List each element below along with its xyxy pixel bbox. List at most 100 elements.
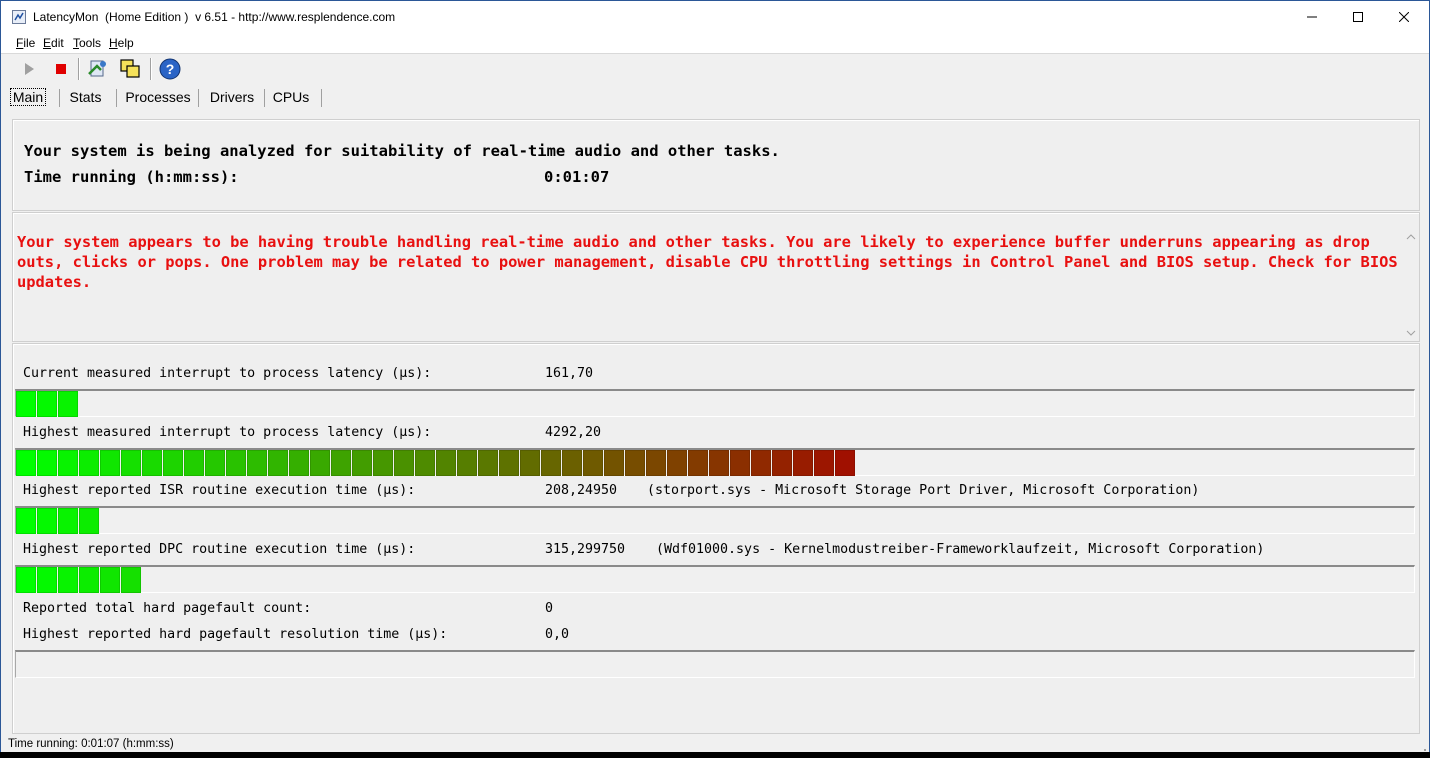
close-icon xyxy=(1399,12,1409,22)
close-button[interactable] xyxy=(1381,1,1427,33)
bar-segment xyxy=(772,450,792,476)
windows-button[interactable] xyxy=(118,57,142,81)
bar-segment xyxy=(310,450,330,476)
stop-button[interactable] xyxy=(49,57,73,81)
stop-icon xyxy=(56,64,66,74)
bar-segment xyxy=(121,567,141,593)
bar-segment xyxy=(583,450,603,476)
highest-latency-value: 4292,20 xyxy=(545,425,602,440)
bar-segment xyxy=(646,450,666,476)
verdict-scrollbar[interactable] xyxy=(1404,229,1418,341)
windows-icon xyxy=(120,59,140,78)
bar-segment xyxy=(499,450,519,476)
bar-segment xyxy=(58,391,78,417)
bar-segment xyxy=(667,450,687,476)
help-button[interactable]: ? xyxy=(158,57,182,81)
bar-segment xyxy=(730,450,750,476)
menu-help[interactable]: Help xyxy=(109,36,134,50)
report-button[interactable] xyxy=(86,57,110,81)
menu-file[interactable]: File xyxy=(16,36,35,50)
bar-segment xyxy=(37,391,57,417)
bar-segment xyxy=(793,450,813,476)
tab-separator xyxy=(264,89,265,107)
current-latency-bar-fill xyxy=(16,391,79,417)
highest-latency-label: Highest measured interrupt to process la… xyxy=(23,425,432,440)
minimize-button[interactable] xyxy=(1289,1,1335,33)
dpc-value: 315,299750 xyxy=(545,542,626,557)
bar-segment xyxy=(373,450,393,476)
toolbar: ? xyxy=(1,54,1429,84)
bar-segment xyxy=(688,450,708,476)
scrollbar-arrows-icon xyxy=(1406,234,1416,336)
verdict-text: Your system appears to be having trouble… xyxy=(17,233,1398,291)
bar-segment xyxy=(541,450,561,476)
bar-segment xyxy=(289,450,309,476)
analysis-panel: Your system is being analyzed for suitab… xyxy=(12,119,1420,211)
tab-processes[interactable]: Processes xyxy=(121,87,195,107)
bar-segment xyxy=(709,450,729,476)
bar-segment xyxy=(457,450,477,476)
tab-main[interactable]: Main xyxy=(9,87,47,107)
tab-drivers-label: Drivers xyxy=(209,89,255,105)
bar-segment xyxy=(415,450,435,476)
title-bar[interactable]: LatencyMon (Home Edition ) v 6.51 - http… xyxy=(1,1,1429,33)
tab-stats[interactable]: Stats xyxy=(63,87,108,107)
metrics-panel: Current measured interrupt to process la… xyxy=(12,343,1420,734)
bar-segment xyxy=(16,567,36,593)
bar-segment xyxy=(751,450,771,476)
menu-edit-label: dit xyxy=(51,36,64,50)
tab-cpus[interactable]: CPUs xyxy=(267,87,315,107)
menu-edit[interactable]: Edit xyxy=(43,36,64,50)
menu-file-label: ile xyxy=(23,36,36,50)
play-icon xyxy=(25,63,34,75)
bar-segment xyxy=(331,450,351,476)
pagefault-time-value: 0,0 xyxy=(545,627,570,642)
pagefault-time-label: Highest reported hard pagefault resoluti… xyxy=(23,627,448,642)
bar-segment xyxy=(436,450,456,476)
dpc-label: Highest reported DPC routine execution t… xyxy=(23,542,416,557)
toolbar-separator xyxy=(78,58,80,80)
menu-edit-accel: E xyxy=(43,36,52,50)
bar-segment xyxy=(562,450,582,476)
bar-segment xyxy=(58,508,78,534)
bar-segment xyxy=(16,450,36,476)
bar-segment xyxy=(79,508,99,534)
bar-segment xyxy=(394,450,414,476)
bar-segment xyxy=(268,450,288,476)
bar-segment xyxy=(37,567,57,593)
current-latency-bar xyxy=(15,389,1415,417)
bar-segment xyxy=(58,567,78,593)
bar-segment xyxy=(100,567,120,593)
bar-segment xyxy=(163,450,183,476)
toolbar-separator xyxy=(150,58,152,80)
highest-latency-bar xyxy=(15,448,1415,476)
current-latency-value: 161,70 xyxy=(545,366,594,381)
verdict-panel: Your system appears to be having trouble… xyxy=(12,212,1420,342)
menu-tools[interactable]: Tools xyxy=(73,36,101,50)
time-running-label: Time running (h:mm:ss): xyxy=(24,168,239,186)
bar-segment xyxy=(247,450,267,476)
isr-bar-fill xyxy=(16,508,100,534)
pagefault-count-value: 0 xyxy=(545,601,554,616)
pagefault-time-bar xyxy=(15,650,1415,678)
bar-segment xyxy=(121,450,141,476)
bar-segment xyxy=(226,450,246,476)
current-latency-label: Current measured interrupt to process la… xyxy=(23,366,432,381)
tab-separator xyxy=(198,89,199,107)
help-icon: ? xyxy=(159,58,181,80)
svg-text:?: ? xyxy=(166,61,175,77)
bar-segment xyxy=(37,508,57,534)
minimize-icon xyxy=(1307,16,1317,18)
dpc-driver: (Wdf01000.sys - Kernelmodustreiber-Frame… xyxy=(656,542,1265,557)
bar-segment xyxy=(520,450,540,476)
app-icon xyxy=(12,10,26,24)
highest-latency-bar-fill xyxy=(16,450,856,476)
bar-segment xyxy=(37,450,57,476)
tab-main-label: Main xyxy=(9,88,47,106)
isr-value: 208,24950 xyxy=(545,483,618,498)
maximize-button[interactable] xyxy=(1335,1,1381,33)
start-button[interactable] xyxy=(17,57,41,81)
tab-drivers[interactable]: Drivers xyxy=(204,87,260,107)
bar-segment xyxy=(835,450,855,476)
bar-segment xyxy=(625,450,645,476)
